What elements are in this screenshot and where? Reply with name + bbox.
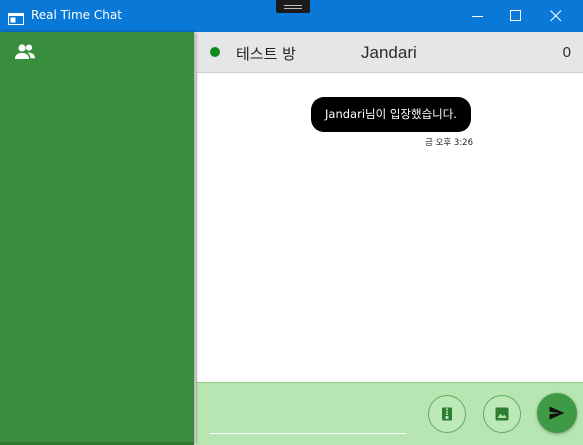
message-input[interactable] xyxy=(210,391,410,433)
minimize-button[interactable] xyxy=(458,0,498,32)
send-button[interactable] xyxy=(537,393,577,433)
attach-image-button[interactable] xyxy=(483,395,521,433)
current-user-name: Jandari xyxy=(361,43,417,62)
app-window-icon xyxy=(8,10,24,25)
drag-handle[interactable] xyxy=(276,0,310,13)
close-button[interactable] xyxy=(536,0,576,32)
input-underline xyxy=(210,433,406,434)
maximize-icon xyxy=(510,10,521,21)
minimize-icon xyxy=(472,16,483,17)
room-name: 테스트 방 xyxy=(236,45,296,63)
user-count: 0 xyxy=(562,44,571,61)
message-timestamp: 금 오후 3:26 xyxy=(425,138,473,148)
image-icon xyxy=(495,407,509,421)
people-icon[interactable] xyxy=(14,43,36,61)
sidebar xyxy=(0,32,194,445)
system-message-bubble: Jandari님이 입장했습니다. xyxy=(311,97,471,132)
send-icon xyxy=(549,406,565,420)
attach-file-button[interactable] xyxy=(428,395,466,433)
title-bar[interactable]: Real Time Chat xyxy=(0,0,583,32)
file-icon xyxy=(442,407,452,421)
message-composer xyxy=(196,382,583,445)
chat-header: 테스트 방 Jandari 0 xyxy=(196,32,583,73)
chat-window: Real Time Chat 테스트 방 Jandari 0 Jandari님이… xyxy=(0,0,583,445)
maximize-button[interactable] xyxy=(496,0,536,32)
message-list[interactable]: Jandari님이 입장했습니다. 금 오후 3:26 xyxy=(196,73,583,382)
online-status-dot xyxy=(210,47,220,57)
window-title: Real Time Chat xyxy=(31,8,122,22)
close-icon xyxy=(550,10,562,22)
